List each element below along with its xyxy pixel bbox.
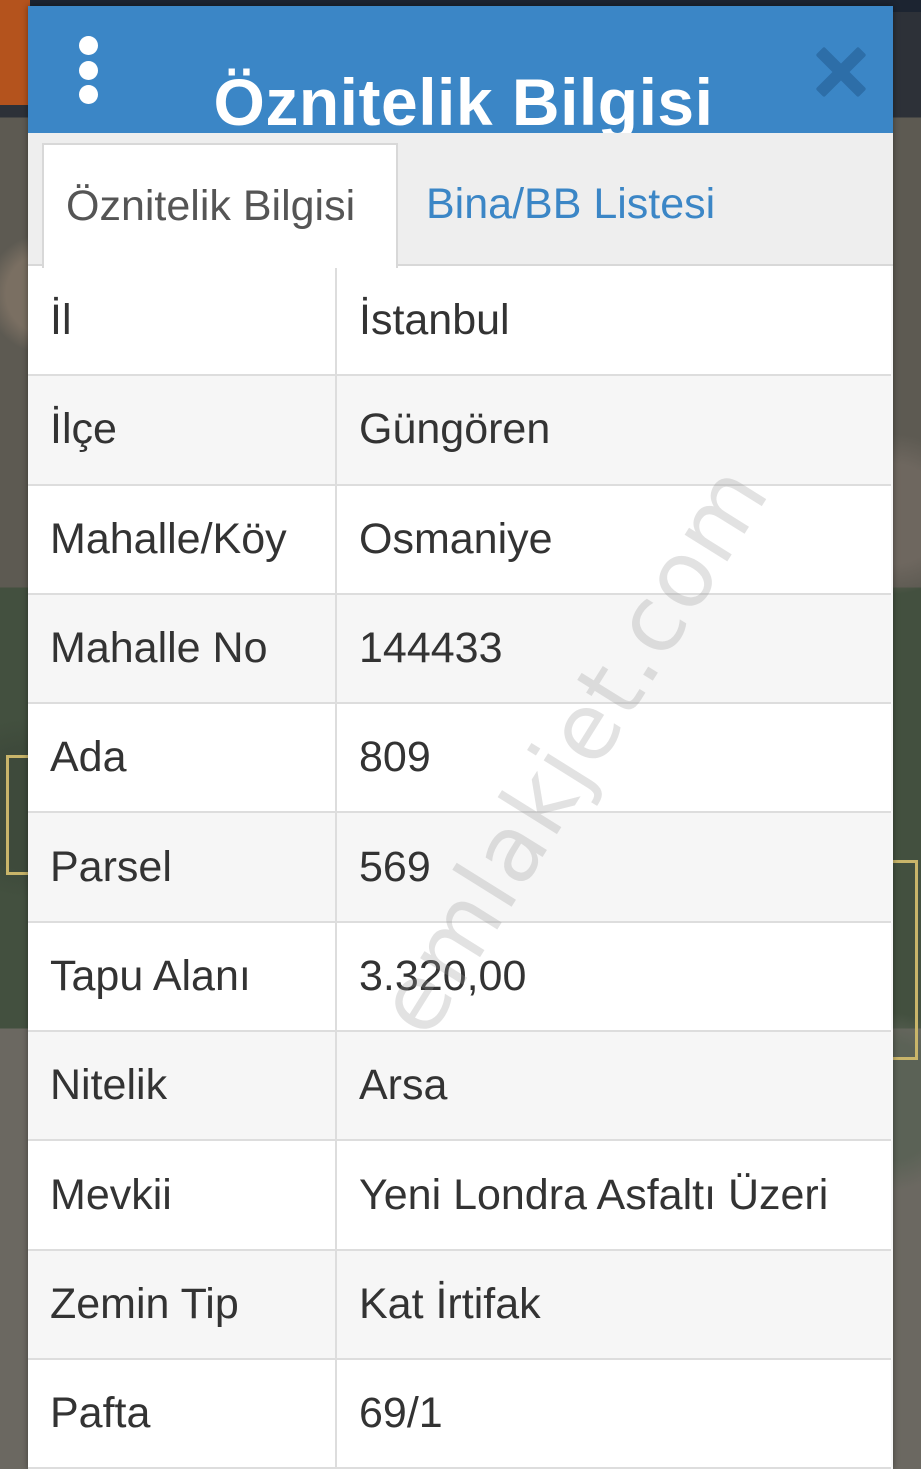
- attribute-value: Yeni Londra Asfaltı Üzeri: [336, 1140, 891, 1251]
- table-row: Parsel 569: [28, 812, 891, 923]
- table-row: Pafta 69/1: [28, 1358, 891, 1469]
- map-orange-marker: [0, 0, 30, 105]
- attribute-key: Nitelik: [28, 1031, 337, 1142]
- table-row: Ada 809: [28, 703, 891, 814]
- attribute-key: Mahalle No: [28, 593, 337, 705]
- tab-building-list[interactable]: Bina/BB Listesi: [426, 143, 715, 266]
- tab-attribute-info[interactable]: Öznitelik Bilgisi: [42, 143, 398, 268]
- attribute-value: 569: [336, 812, 891, 923]
- attribute-key: Mahalle/Köy: [28, 484, 337, 595]
- attribute-key: Pafta: [28, 1358, 337, 1469]
- attribute-value: 809: [336, 703, 891, 814]
- attribute-key: Zemin Tip: [28, 1249, 337, 1360]
- table-row: Mahalle No 144433: [28, 593, 891, 705]
- table-row: Nitelik Arsa: [28, 1031, 891, 1142]
- panel-header: Öznitelik Bilgisi: [28, 6, 893, 139]
- attribute-value: Osmaniye: [336, 484, 891, 595]
- parcel-outline-right: [890, 860, 918, 1060]
- attribute-key: Tapu Alanı: [28, 921, 337, 1033]
- attribute-key: Mevkii: [28, 1140, 337, 1251]
- attribute-info-panel: Öznitelik Bilgisi Öznitelik Bilgisi Bina…: [28, 6, 893, 1469]
- table-row: Tapu Alanı 3.320,00: [28, 921, 891, 1033]
- attribute-value: 144433: [336, 593, 891, 705]
- attribute-key: Ada: [28, 703, 337, 814]
- panel-title: Öznitelik Bilgisi: [213, 65, 714, 139]
- table-row: İl İstanbul: [28, 266, 891, 377]
- attribute-value: Kat İrtifak: [336, 1249, 891, 1360]
- table-row: Mevkii Yeni Londra Asfaltı Üzeri: [28, 1140, 891, 1251]
- table-row: Zemin Tip Kat İrtifak: [28, 1249, 891, 1360]
- attribute-value: 69/1: [336, 1358, 891, 1469]
- attribute-value: Arsa: [336, 1031, 891, 1142]
- attribute-key: Parsel: [28, 812, 337, 923]
- table-row: İlçe Güngören: [28, 375, 891, 486]
- attribute-table: İl İstanbul İlçe Güngören Mahalle/Köy Os…: [28, 266, 891, 1469]
- attribute-key: İl: [28, 266, 337, 377]
- attribute-value: İstanbul: [336, 266, 891, 377]
- attribute-value: 3.320,00: [336, 921, 891, 1033]
- tab-bar: Öznitelik Bilgisi Bina/BB Listesi: [28, 133, 893, 268]
- attribute-value: Güngören: [336, 375, 891, 486]
- close-icon[interactable]: [815, 46, 867, 98]
- attribute-key: İlçe: [28, 375, 337, 486]
- table-row: Mahalle/Köy Osmaniye: [28, 484, 891, 595]
